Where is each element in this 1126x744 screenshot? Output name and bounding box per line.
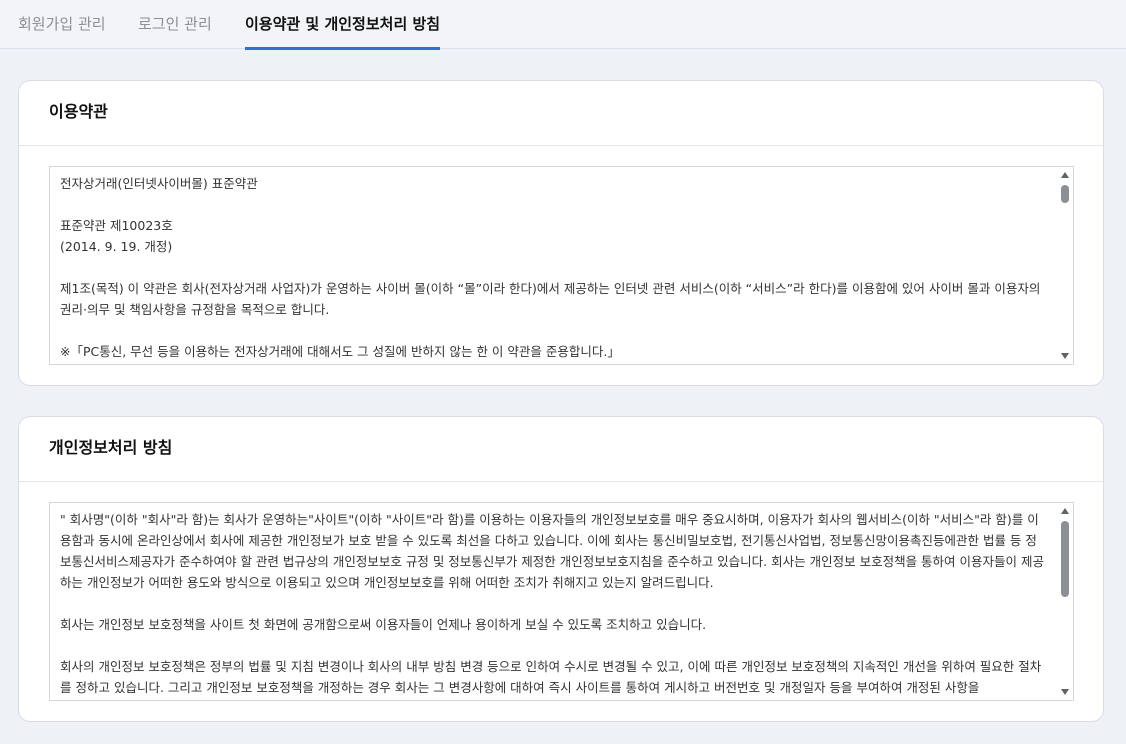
paragraph: 표준약관 제10023호 (2014. 9. 19. 개정) xyxy=(60,218,173,254)
scroll-up-arrow-icon[interactable] xyxy=(1061,172,1069,178)
paragraph xyxy=(60,635,1045,656)
terms-textarea[interactable]: 전자상거래(인터넷사이버몰) 표준약관 표준약관 제10023호 (2014. … xyxy=(49,166,1074,365)
privacy-card: 개인정보처리 방침 " 회사명"(이하 "회사"라 함)는 회사가 운영하는"사… xyxy=(18,416,1104,722)
paragraph xyxy=(60,194,1045,215)
paragraph xyxy=(60,593,1045,614)
paragraph xyxy=(60,257,1045,278)
tab-login-management[interactable]: 로그인 관리 xyxy=(138,0,212,49)
tab-bar: 회원가입 관리 로그인 관리 이용약관 및 개인정보처리 방침 xyxy=(0,0,1126,50)
paragraph xyxy=(60,320,1045,341)
terms-title: 이용약관 xyxy=(19,81,1103,146)
scroll-down-arrow-icon[interactable] xyxy=(1061,689,1069,695)
privacy-title: 개인정보처리 방침 xyxy=(19,417,1103,482)
scroll-thumb[interactable] xyxy=(1061,185,1069,203)
scroll-up-arrow-icon[interactable] xyxy=(1061,508,1069,514)
privacy-textarea[interactable]: " 회사명"(이하 "회사"라 함)는 회사가 운영하는"사이트"(이하 "사이… xyxy=(49,502,1074,701)
terms-scrollbar[interactable] xyxy=(1057,167,1073,364)
paragraph: 전자상거래(인터넷사이버몰) 표준약관 xyxy=(60,176,258,191)
terms-card: 이용약관 전자상거래(인터넷사이버몰) 표준약관 표준약관 제10023호 (2… xyxy=(18,80,1104,386)
paragraph: ※「PC통신, 무선 등을 이용하는 전자상거래에 대해서도 그 성질에 반하지… xyxy=(60,344,620,359)
scroll-down-arrow-icon[interactable] xyxy=(1061,353,1069,359)
tab-signup-management[interactable]: 회원가입 관리 xyxy=(18,0,106,49)
terms-content: 전자상거래(인터넷사이버몰) 표준약관 표준약관 제10023호 (2014. … xyxy=(50,167,1057,362)
tab-terms-privacy[interactable]: 이용약관 및 개인정보처리 방침 xyxy=(245,0,441,50)
privacy-scrollbar[interactable] xyxy=(1057,503,1073,700)
privacy-content: " 회사명"(이하 "회사"라 함)는 회사가 운영하는"사이트"(이하 "사이… xyxy=(50,503,1057,698)
paragraph: 회사의 개인정보 보호정책은 정부의 법률 및 지침 변경이나 회사의 내부 방… xyxy=(60,659,1042,695)
paragraph: 제1조(목적) 이 약관은 회사(전자상거래 사업자)가 운영하는 사이버 몰(… xyxy=(60,281,1045,317)
paragraph: " 회사명"(이하 "회사"라 함)는 회사가 운영하는"사이트"(이하 "사이… xyxy=(60,512,1044,590)
paragraph: 회사는 개인정보 보호정책을 사이트 첫 화면에 공개함으로써 이용자들이 언제… xyxy=(60,617,707,632)
scroll-thumb[interactable] xyxy=(1061,521,1069,597)
